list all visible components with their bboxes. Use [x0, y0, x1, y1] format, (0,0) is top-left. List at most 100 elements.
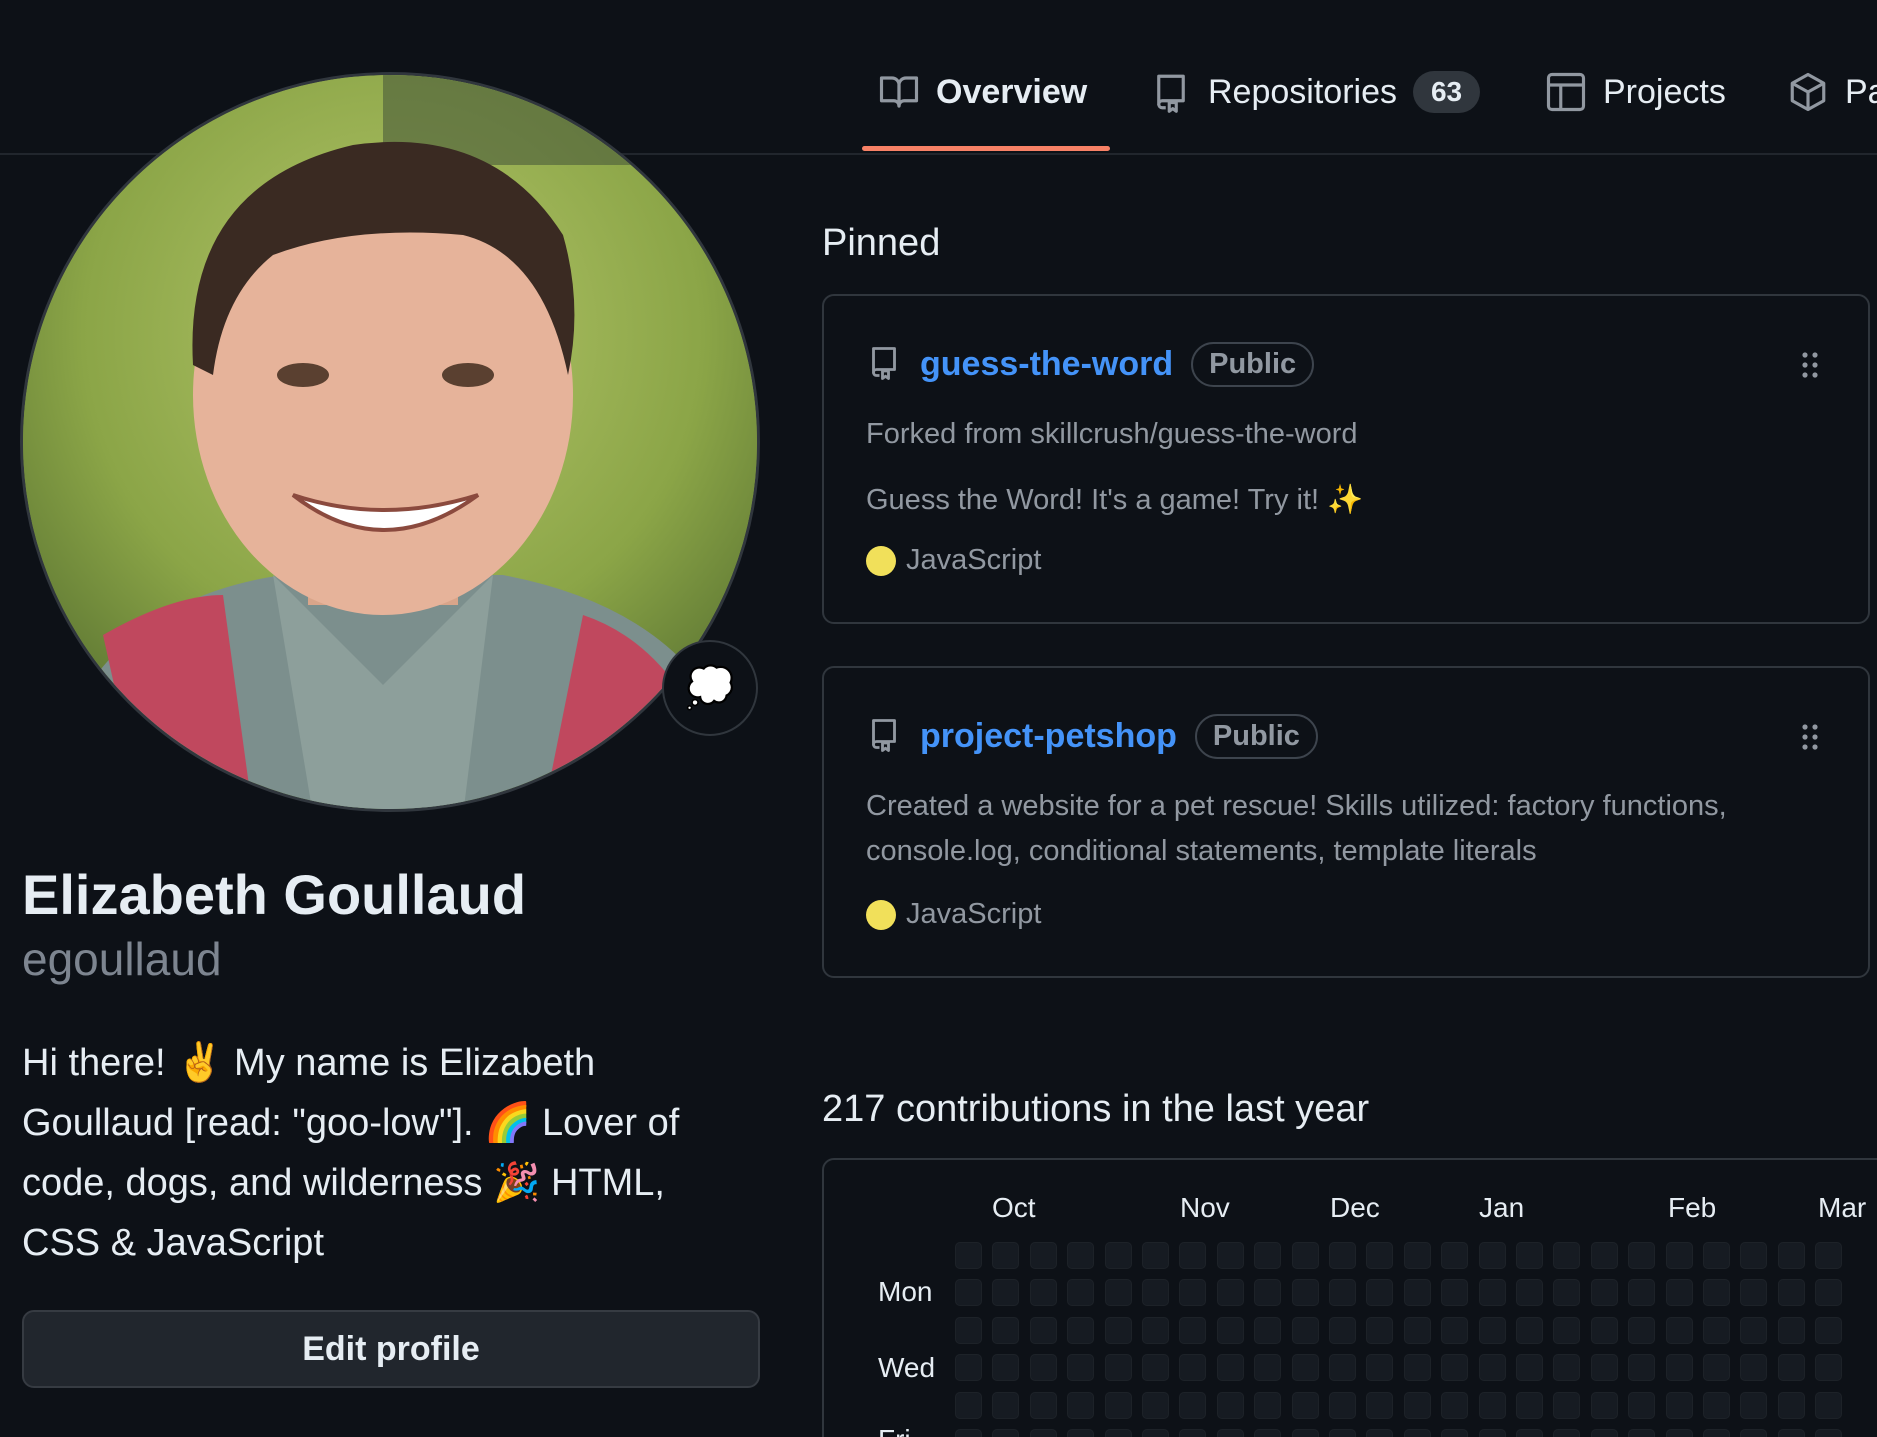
contribution-day-cell[interactable] [1029, 1242, 1057, 1269]
contribution-day-cell[interactable] [1142, 1279, 1169, 1307]
contribution-day-cell[interactable] [992, 1354, 1020, 1382]
contribution-day-cell[interactable] [1815, 1429, 1843, 1437]
contribution-day-cell[interactable] [1665, 1279, 1693, 1307]
contribution-day-cell[interactable] [1403, 1279, 1431, 1307]
contribution-day-cell[interactable] [1329, 1354, 1356, 1382]
contribution-day-cell[interactable] [955, 1279, 982, 1307]
tab-repositories[interactable]: Repositories 63 [1150, 62, 1481, 122]
contribution-day-cell[interactable] [1516, 1429, 1543, 1437]
contribution-day-cell[interactable] [955, 1242, 982, 1269]
contribution-day-cell[interactable] [1366, 1429, 1394, 1437]
contribution-day-cell[interactable] [1142, 1391, 1169, 1419]
contribution-day-cell[interactable] [1516, 1354, 1543, 1382]
edit-profile-button[interactable]: Edit profile [22, 1310, 760, 1388]
contribution-day-cell[interactable] [1628, 1354, 1656, 1382]
contribution-day-cell[interactable] [1777, 1279, 1805, 1307]
contribution-day-cell[interactable] [1516, 1279, 1543, 1307]
contribution-day-cell[interactable] [1104, 1391, 1132, 1419]
contribution-day-cell[interactable] [1216, 1391, 1244, 1419]
contribution-day-cell[interactable] [1142, 1242, 1169, 1269]
repo-name-link[interactable]: project-petshop [920, 717, 1177, 756]
contribution-day-cell[interactable] [1366, 1391, 1394, 1419]
contribution-day-cell[interactable] [992, 1242, 1020, 1269]
contribution-day-cell[interactable] [1478, 1279, 1506, 1307]
contribution-day-cell[interactable] [1590, 1279, 1618, 1307]
contribution-day-cell[interactable] [1029, 1354, 1057, 1382]
contribution-day-cell[interactable] [1590, 1354, 1618, 1382]
contribution-day-cell[interactable] [1665, 1242, 1693, 1269]
contribution-day-cell[interactable] [1142, 1316, 1169, 1344]
contribution-day-cell[interactable] [1366, 1279, 1394, 1307]
contribution-day-cell[interactable] [1703, 1316, 1730, 1344]
contribution-day-cell[interactable] [1179, 1242, 1207, 1269]
contribution-day-cell[interactable] [1403, 1391, 1431, 1419]
contribution-day-cell[interactable] [1329, 1242, 1356, 1269]
contribution-day-cell[interactable] [1628, 1242, 1656, 1269]
contribution-day-cell[interactable] [1067, 1429, 1095, 1437]
contribution-day-cell[interactable] [1254, 1429, 1282, 1437]
contribution-day-cell[interactable] [1029, 1391, 1057, 1419]
contribution-day-cell[interactable] [1441, 1316, 1469, 1344]
contribution-day-cell[interactable] [1777, 1316, 1805, 1344]
contribution-day-cell[interactable] [1441, 1279, 1469, 1307]
contribution-day-cell[interactable] [1029, 1429, 1057, 1437]
contribution-day-cell[interactable] [1553, 1429, 1581, 1437]
contribution-day-cell[interactable] [1067, 1279, 1095, 1307]
contribution-day-cell[interactable] [1478, 1316, 1506, 1344]
contribution-day-cell[interactable] [1029, 1316, 1057, 1344]
contribution-day-cell[interactable] [1703, 1391, 1730, 1419]
contribution-day-cell[interactable] [1441, 1354, 1469, 1382]
contribution-day-cell[interactable] [1104, 1354, 1132, 1382]
contribution-day-cell[interactable] [1553, 1354, 1581, 1382]
contribution-day-cell[interactable] [1441, 1242, 1469, 1269]
contribution-day-cell[interactable] [1179, 1429, 1207, 1437]
contribution-day-cell[interactable] [1590, 1391, 1618, 1419]
contribution-day-cell[interactable] [1740, 1391, 1768, 1419]
contribution-day-cell[interactable] [1553, 1242, 1581, 1269]
contribution-day-cell[interactable] [1403, 1242, 1431, 1269]
contribution-day-cell[interactable] [1665, 1316, 1693, 1344]
contribution-day-cell[interactable] [1067, 1242, 1095, 1269]
contribution-day-cell[interactable] [1516, 1316, 1543, 1344]
contribution-day-cell[interactable] [1254, 1391, 1282, 1419]
contribution-day-cell[interactable] [1254, 1354, 1282, 1382]
contribution-day-cell[interactable] [1254, 1279, 1282, 1307]
contribution-day-cell[interactable] [1815, 1242, 1843, 1269]
contribution-day-cell[interactable] [1777, 1429, 1805, 1437]
contribution-day-cell[interactable] [1142, 1354, 1169, 1382]
contribution-day-cell[interactable] [1403, 1354, 1431, 1382]
contribution-day-cell[interactable] [992, 1429, 1020, 1437]
contribution-day-cell[interactable] [1254, 1316, 1282, 1344]
contribution-day-cell[interactable] [1329, 1429, 1356, 1437]
contribution-day-cell[interactable] [1665, 1354, 1693, 1382]
drag-handle-icon[interactable] [1800, 350, 1820, 385]
contribution-day-cell[interactable] [1329, 1279, 1356, 1307]
contribution-day-cell[interactable] [1104, 1429, 1132, 1437]
contribution-day-cell[interactable] [1179, 1279, 1207, 1307]
tab-projects[interactable]: Projects [1545, 62, 1726, 122]
contribution-day-cell[interactable] [1254, 1242, 1282, 1269]
contribution-day-cell[interactable] [1029, 1279, 1057, 1307]
contribution-day-cell[interactable] [1740, 1316, 1768, 1344]
contribution-day-cell[interactable] [1628, 1391, 1656, 1419]
contribution-day-cell[interactable] [1703, 1242, 1730, 1269]
contribution-day-cell[interactable] [1403, 1429, 1431, 1437]
tab-overview[interactable]: Overview [878, 62, 1087, 122]
contribution-day-cell[interactable] [1329, 1391, 1356, 1419]
contribution-day-cell[interactable] [1590, 1242, 1618, 1269]
contribution-day-cell[interactable] [1216, 1242, 1244, 1269]
contribution-day-cell[interactable] [1216, 1316, 1244, 1344]
contribution-day-cell[interactable] [1777, 1391, 1805, 1419]
contribution-day-cell[interactable] [1179, 1354, 1207, 1382]
drag-handle-icon[interactable] [1800, 722, 1820, 757]
contribution-day-cell[interactable] [1628, 1279, 1656, 1307]
contribution-day-cell[interactable] [1104, 1279, 1132, 1307]
contribution-day-cell[interactable] [1067, 1316, 1095, 1344]
contribution-day-cell[interactable] [1478, 1242, 1506, 1269]
contribution-day-cell[interactable] [1067, 1391, 1095, 1419]
contribution-day-cell[interactable] [992, 1391, 1020, 1419]
contribution-day-cell[interactable] [1104, 1242, 1132, 1269]
contribution-day-cell[interactable] [1366, 1354, 1394, 1382]
contribution-day-cell[interactable] [1590, 1316, 1618, 1344]
contribution-day-cell[interactable] [1179, 1316, 1207, 1344]
